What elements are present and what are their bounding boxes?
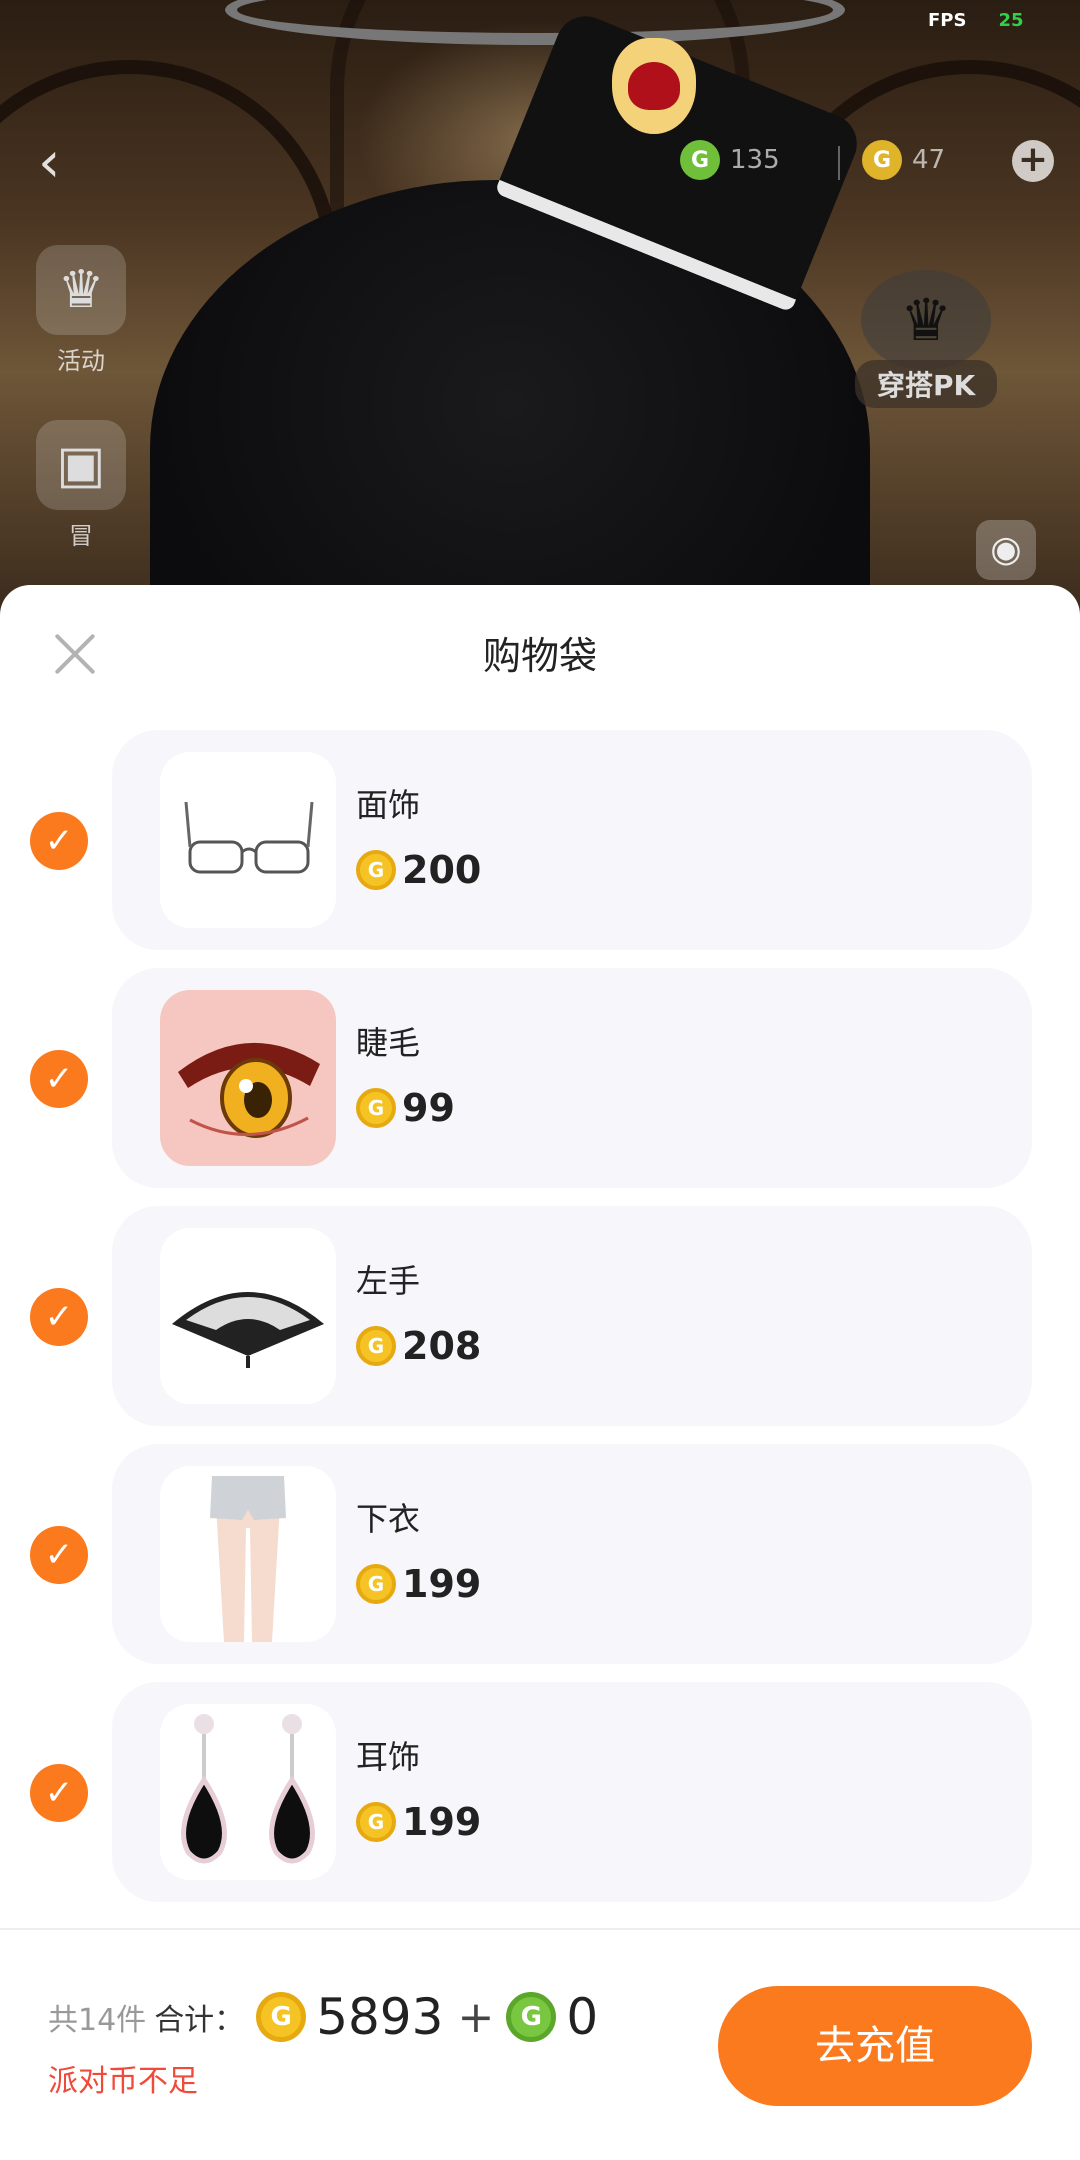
box-label: 冒 (69, 522, 93, 550)
fps-label: FPS (928, 10, 967, 31)
add-currency-button[interactable]: + (1012, 140, 1054, 182)
plus-icon: + (1017, 139, 1049, 180)
gold-g-coin-icon: G (356, 1088, 396, 1128)
checkbox-checked[interactable]: ✓ (30, 1526, 88, 1584)
item-price-value: 199 (402, 1800, 482, 1844)
total-line: 共14件 合计： G 5893 + G 0 (48, 1988, 598, 2046)
item-name: 睫毛 (356, 1024, 421, 1062)
event-icon: ♛ (36, 245, 126, 335)
cart-item-card[interactable]: 睫毛 G 99 (112, 968, 1032, 1188)
cart-item: ✓ 面饰 G 200 (0, 730, 1080, 950)
checkbox-checked[interactable]: ✓ (30, 1288, 88, 1346)
camera-button[interactable]: ◉ (976, 520, 1036, 580)
item-price: G 208 (356, 1324, 481, 1368)
check-icon: ✓ (44, 1059, 74, 1099)
crown-icon: ♛ (861, 270, 992, 370)
plus-sign: + (457, 1991, 495, 2043)
sum-label: 合计： (154, 2003, 245, 2038)
check-icon: ✓ (44, 1773, 74, 1813)
item-price-value: 200 (402, 848, 482, 892)
green-g-coin-icon: G (680, 140, 720, 180)
item-name: 耳饰 (356, 1738, 421, 1776)
cart-item-card[interactable]: 面饰 G 200 (112, 730, 1032, 950)
cart-item: ✓ 睫毛 G 99 (0, 968, 1080, 1188)
currency-green-value: 135 (730, 145, 780, 175)
cart-item-card[interactable]: 左手 G 208 (112, 1206, 1032, 1426)
item-price-value: 208 (402, 1324, 482, 1368)
cart-item: ✓ 耳饰 G 199 (0, 1682, 1080, 1902)
gold-g-coin-icon: G (862, 140, 902, 180)
cart-item: ✓ 左手 G 208 (0, 1206, 1080, 1426)
cart-item-card[interactable]: 下衣 G 199 (112, 1444, 1032, 1664)
green-total: 0 (566, 1988, 599, 2046)
check-icon: ✓ (44, 1297, 74, 1337)
event-button[interactable]: ♛ 活动 (36, 245, 126, 376)
back-button[interactable]: ‹ (38, 135, 78, 191)
green-g-coin-icon: G (506, 1992, 557, 2042)
cart-item: ✓ 下衣 G 199 (0, 1444, 1080, 1664)
insufficient-warning: 派对币不足 (48, 2064, 198, 2099)
sheet-title: 购物袋 (482, 634, 597, 678)
gold-g-coin-icon: G (356, 850, 396, 890)
earrings-thumbnail (160, 1704, 336, 1880)
event-label: 活动 (57, 347, 105, 375)
item-price-value: 99 (402, 1086, 455, 1130)
shorts-thumbnail (160, 1466, 336, 1642)
cart-item-card[interactable]: 耳饰 G 199 (112, 1682, 1032, 1902)
gold-g-coin-icon: G (356, 1802, 396, 1842)
outfit-pk-button[interactable]: ♛ 穿搭PK (855, 270, 998, 408)
fps-counter: FPS 25 (928, 10, 1024, 31)
glasses-thumbnail (160, 752, 336, 928)
fps-value: 25 (998, 10, 1024, 31)
chevron-left-icon: ‹ (38, 130, 61, 195)
halo (225, 0, 845, 45)
heart-ornament (612, 38, 696, 134)
item-name: 左手 (356, 1262, 421, 1300)
eye-thumbnail (160, 990, 336, 1166)
gold-g-coin-icon: G (356, 1326, 396, 1366)
item-price: G 199 (356, 1562, 481, 1606)
item-price: G 199 (356, 1800, 481, 1844)
currency-green: G 135 (680, 140, 780, 180)
box-icon: ▣ (36, 420, 126, 510)
checkbox-checked[interactable]: ✓ (30, 1764, 88, 1822)
checkout-footer: 共14件 合计： G 5893 + G 0 派对币不足 去充值 (0, 1928, 1080, 2160)
item-name: 面饰 (356, 786, 421, 824)
outfit-pk-label: 穿搭PK (855, 360, 998, 408)
item-name: 下衣 (356, 1500, 421, 1538)
gold-total: 5893 (316, 1988, 444, 2046)
gold-g-coin-icon: G (356, 1564, 396, 1604)
item-price-value: 199 (402, 1562, 482, 1606)
currency-gold-value: 47 (912, 145, 946, 175)
checkbox-checked[interactable]: ✓ (30, 812, 88, 870)
item-price: G 200 (356, 848, 481, 892)
gold-g-coin-icon: G (256, 1992, 307, 2042)
fan-thumbnail (160, 1228, 336, 1404)
shopping-bag-sheet: 购物袋 ✓ 面饰 G 200 ✓ 睫毛 G 99 ✓ 左手 G 208 ✓ 下衣… (0, 585, 1080, 2160)
currency-divider (838, 146, 840, 180)
item-price: G 99 (356, 1086, 455, 1130)
box-button[interactable]: ▣ 冒 (36, 420, 126, 551)
camera-icon: ◉ (990, 529, 1022, 570)
checkbox-checked[interactable]: ✓ (30, 1050, 88, 1108)
check-icon: ✓ (44, 1535, 74, 1575)
item-count: 共14件 (48, 2003, 147, 2038)
recharge-button[interactable]: 去充值 (718, 1986, 1032, 2106)
check-icon: ✓ (44, 821, 74, 861)
currency-gold: G 47 (862, 140, 945, 180)
